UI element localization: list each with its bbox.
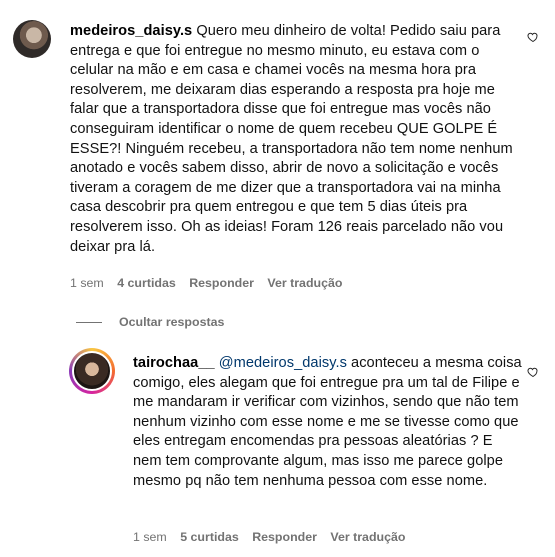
comment-meta: 1 sem 5 curtidas Responder Ver tradução <box>133 530 415 544</box>
mention-link[interactable]: @medeiros_daisy.s <box>219 355 347 371</box>
avatar[interactable] <box>72 351 112 391</box>
divider <box>76 321 102 323</box>
comment-text: Quero meu dinheiro de volta! Pedido saiu… <box>70 23 513 255</box>
comment-time: 1 sem <box>133 530 167 544</box>
likes-count[interactable]: 5 curtidas <box>180 530 239 544</box>
comment-body: tairochaa__ @medeiros_daisy.s aconteceu … <box>133 354 523 491</box>
heart-outline-icon[interactable] <box>527 31 539 43</box>
avatar[interactable] <box>13 20 51 58</box>
translate-button[interactable]: Ver tradução <box>267 276 342 290</box>
hide-replies-button[interactable]: Ocultar respostas <box>76 315 224 329</box>
comment-time: 1 sem <box>70 276 104 290</box>
comment-text: aconteceu a mesma coisa comigo, eles ale… <box>133 355 522 489</box>
comment-body: medeiros_daisy.s Quero meu dinheiro de v… <box>70 22 522 257</box>
heart-outline-icon[interactable] <box>527 366 539 378</box>
likes-count[interactable]: 4 curtidas <box>117 276 176 290</box>
reply-button[interactable]: Responder <box>189 276 254 290</box>
translate-button[interactable]: Ver tradução <box>330 530 405 544</box>
hide-replies-label: Ocultar respostas <box>119 315 225 329</box>
comment-username[interactable]: tairochaa__ <box>133 355 215 371</box>
comment-username[interactable]: medeiros_daisy.s <box>70 23 192 39</box>
comment-meta: 1 sem 4 curtidas Responder Ver tradução <box>70 276 352 290</box>
reply-button[interactable]: Responder <box>252 530 317 544</box>
